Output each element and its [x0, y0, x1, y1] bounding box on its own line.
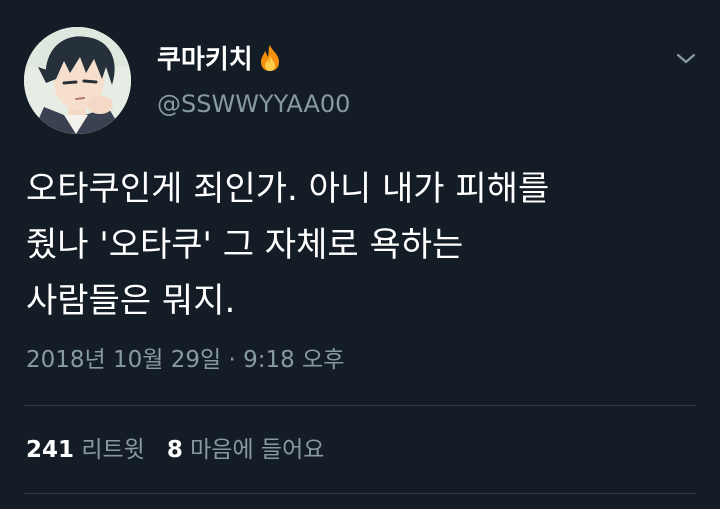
- like-stat[interactable]: 8 마음에 들어요: [167, 437, 325, 463]
- divider: [24, 405, 696, 406]
- display-name[interactable]: 쿠마키치: [157, 43, 285, 77]
- tweet-text-line: 오타쿠인게 죄인가. 아니 내가 피해를: [26, 169, 550, 209]
- like-label: 마음에 들어요: [190, 437, 325, 463]
- chevron-down-icon[interactable]: [672, 44, 700, 72]
- avatar[interactable]: [24, 27, 131, 134]
- retweet-label: 리트윗: [81, 437, 145, 463]
- user-handle[interactable]: @SSWWYYAA00: [157, 88, 350, 120]
- display-name-text: 쿠마키치: [157, 45, 253, 75]
- tweet-text-line: 줬나 '오타쿠' 그 자체로 욕하는: [26, 225, 464, 265]
- tweet-timestamp[interactable]: 2018년 10월 29일 · 9:18 오후: [26, 343, 344, 377]
- fire-icon: [255, 43, 285, 73]
- tweet-text: 오타쿠인게 죄인가. 아니 내가 피해를 줬나 '오타쿠' 그 자체로 욕하는 …: [26, 161, 706, 329]
- tweet-stats: 241 리트윗 8 마음에 들어요: [26, 433, 324, 467]
- avatar-image: [24, 27, 131, 134]
- divider: [24, 493, 696, 494]
- retweet-stat[interactable]: 241 리트윗: [26, 437, 145, 463]
- retweet-count: 241: [26, 437, 75, 463]
- like-count: 8: [166, 437, 183, 463]
- tweet-text-line: 사람들은 뭐지.: [26, 281, 236, 321]
